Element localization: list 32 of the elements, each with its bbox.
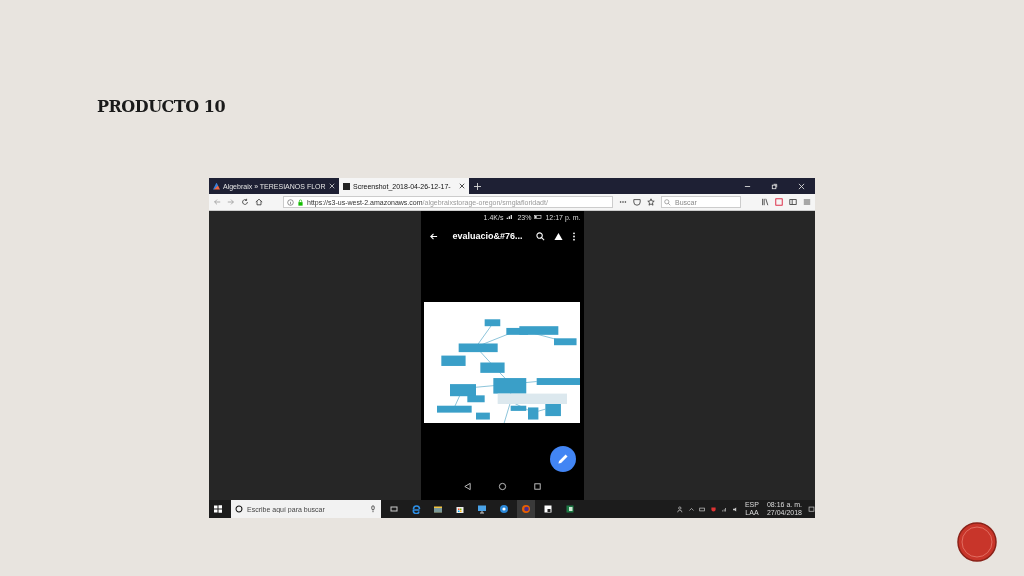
shield-icon[interactable] [633,198,641,206]
new-tab-icon[interactable] [474,182,481,190]
person-icon[interactable] [676,505,684,513]
slide-number-badge [957,522,997,562]
edit-button[interactable] [549,446,576,472]
lock-icon [297,198,304,206]
microphone-icon[interactable] [369,505,377,513]
info-icon[interactable] [287,198,294,206]
pocket-icon[interactable] [775,198,783,206]
triangle-icon[interactable] [553,231,563,241]
battery-icon[interactable] [698,505,706,513]
home-icon[interactable] [255,198,263,206]
wifi-icon[interactable] [720,505,728,513]
more-icon[interactable] [571,231,576,241]
sidebar-icon[interactable] [789,198,797,206]
signal-icon [506,214,515,220]
back-icon[interactable] [462,481,472,491]
shield-icon[interactable] [709,505,717,513]
chevron-up-icon[interactable] [687,505,695,513]
restore-icon[interactable] [771,182,778,190]
speaker-icon[interactable] [731,505,739,513]
file-title: evaluacio&#76... [452,231,524,241]
reload-icon[interactable] [241,198,249,206]
library-icon[interactable] [761,198,769,206]
search-icon[interactable] [535,231,545,241]
recents-icon[interactable] [532,481,542,491]
slide-title: PRODUCTO 10 [97,97,226,117]
search-icon [664,198,671,206]
star-icon[interactable] [647,198,655,206]
battery-icon [534,214,543,220]
triangle-logo-icon [213,182,220,190]
close-icon[interactable] [459,183,465,189]
